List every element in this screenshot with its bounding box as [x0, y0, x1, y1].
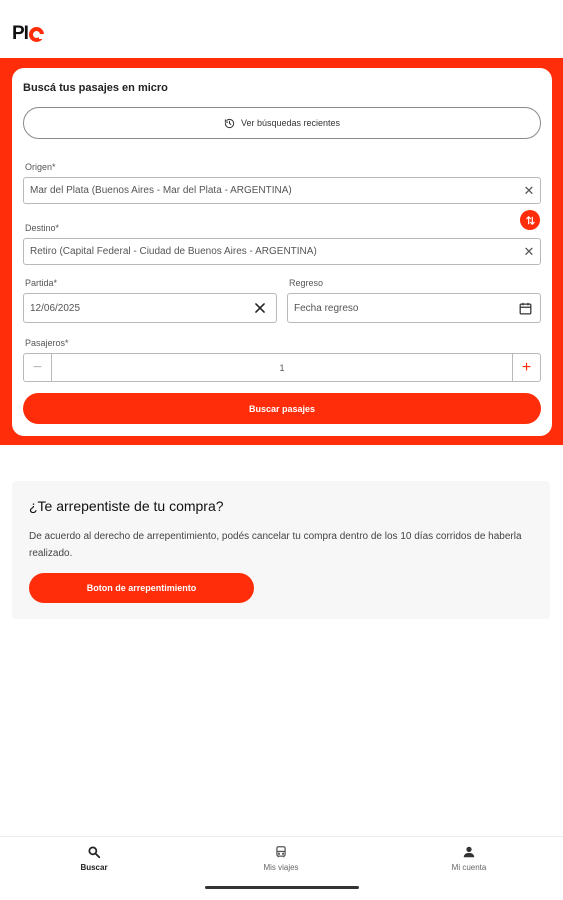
- nav-item-account[interactable]: Mi cuenta: [429, 845, 509, 872]
- calendar-icon[interactable]: [510, 294, 540, 322]
- departure-label: Partida*: [25, 278, 58, 288]
- history-icon: [224, 118, 235, 128]
- bus-icon: [276, 846, 286, 858]
- brand-logo[interactable]: PI: [12, 23, 44, 44]
- search-icon: [88, 846, 101, 859]
- nav-label-account: Mi cuenta: [451, 863, 487, 872]
- passengers-label: Pasajeros*: [25, 338, 69, 348]
- recent-searches-label: Ver búsquedas recientes: [240, 118, 341, 128]
- person-icon: [463, 846, 475, 858]
- nav-item-search[interactable]: Buscar: [54, 845, 134, 872]
- destination-field[interactable]: Retiro (Capital Federal - Ciudad de Buen…: [23, 238, 541, 265]
- departure-date-field[interactable]: 12/06/2025: [23, 293, 277, 323]
- clear-origin-icon[interactable]: ✕: [518, 178, 540, 203]
- nav-label-search: Buscar: [80, 863, 108, 872]
- nav-label-trips: Mis viajes: [263, 863, 299, 872]
- return-date-placeholder: Fecha regreso: [294, 302, 359, 314]
- passengers-stepper: − 1 +: [23, 353, 541, 382]
- departure-date-value: 12/06/2025: [30, 302, 81, 314]
- logo-text: PI: [12, 23, 29, 44]
- swap-button[interactable]: [520, 210, 540, 230]
- refund-description: De acuerdo al derecho de arrepentimiento…: [29, 531, 522, 559]
- search-card-title: Buscá tus pasajes en micro: [23, 82, 168, 94]
- refund-button[interactable]: Boton de arrepentimiento: [29, 573, 254, 603]
- return-date-field[interactable]: Fecha regreso: [287, 293, 541, 323]
- recent-searches-button[interactable]: Ver búsquedas recientes: [23, 107, 541, 139]
- home-indicator: [205, 886, 359, 889]
- swap-vertical-icon: [525, 215, 535, 225]
- origin-field[interactable]: Mar del Plata (Buenos Aires - Mar del Pl…: [23, 177, 541, 204]
- nav-item-trips[interactable]: Mis viajes: [241, 845, 321, 872]
- logo-ring-icon: [28, 26, 44, 42]
- bottom-nav: Buscar Mis viajes Mi cuenta: [0, 836, 563, 900]
- passengers-value[interactable]: 1: [52, 354, 512, 381]
- origin-value: Mar del Plata (Buenos Aires - Mar del Pl…: [30, 185, 292, 196]
- app-header: PI: [0, 0, 563, 58]
- clear-departure-icon[interactable]: [244, 294, 276, 322]
- return-label: Regreso: [289, 278, 324, 288]
- origin-label: Origen*: [25, 162, 56, 172]
- increase-passengers-button[interactable]: +: [512, 354, 540, 381]
- refund-title: ¿Te arrepentiste de tu compra?: [29, 498, 224, 514]
- search-tickets-button[interactable]: Buscar pasajes: [23, 393, 541, 424]
- destination-label: Destino*: [25, 223, 60, 233]
- destination-value: Retiro (Capital Federal - Ciudad de Buen…: [30, 246, 317, 257]
- clear-destination-icon[interactable]: ✕: [518, 239, 540, 264]
- decrease-passengers-button[interactable]: −: [24, 354, 52, 381]
